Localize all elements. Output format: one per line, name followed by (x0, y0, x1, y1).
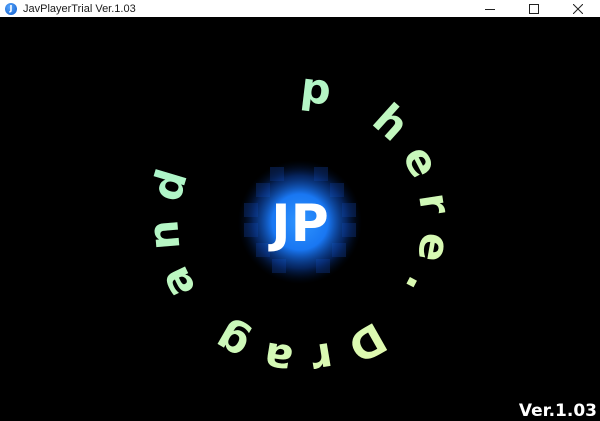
title-bar[interactable]: J JavPlayerTrial Ver.1.03 (0, 0, 600, 17)
drop-area[interactable]: JP Drop here. Drag and Ver.1.03 (0, 17, 600, 421)
minimize-button[interactable] (468, 0, 512, 17)
minimize-icon (485, 8, 495, 10)
close-icon (573, 3, 583, 14)
maximize-button[interactable] (512, 0, 556, 17)
app-window: J JavPlayerTrial Ver.1.03 JP p here. Dra… (0, 0, 600, 421)
drop-hint-text: Drop here. Drag and (0, 17, 461, 385)
version-label: Ver.1.03 (518, 401, 597, 421)
app-icon[interactable]: J (5, 2, 17, 15)
window-controls (468, 0, 600, 17)
maximize-icon (529, 3, 539, 14)
jp-logo-icon: JP (268, 194, 328, 254)
window-title: JavPlayerTrial Ver.1.03 (23, 2, 136, 15)
close-button[interactable] (556, 0, 600, 17)
drop-zone-graphic: JP Drop here. Drag and (0, 17, 461, 385)
drop-hint-path: Drop here. Drag and (0, 17, 461, 385)
logo-text: JP (268, 194, 328, 254)
